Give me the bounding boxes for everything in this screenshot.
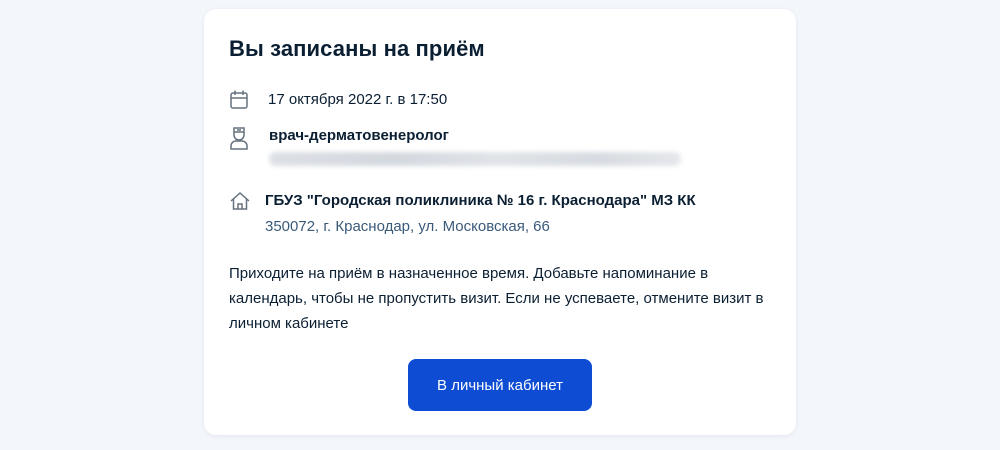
calendar-icon — [229, 89, 249, 111]
clinic-info: ГБУЗ "Городская поликлиника № 16 г. Крас… — [265, 190, 696, 238]
page-title: Вы записаны на приём — [229, 36, 485, 61]
doctor-info: врач-дерматовенеролог — [269, 125, 681, 166]
appointment-card: Вы записаны на приём 17 октября 2022 г. … — [204, 9, 796, 435]
appointment-datetime: 17 октября 2022 г. в 17:50 — [268, 91, 448, 108]
clinic-address: 350072, г. Краснодар, ул. Московская, 66 — [265, 218, 550, 235]
home-icon — [229, 190, 250, 212]
doctor-icon — [229, 125, 249, 150]
personal-account-button[interactable]: В личный кабинет — [408, 359, 592, 411]
doctor-name-blurred — [269, 152, 681, 166]
clinic-name: ГБУЗ "Городская поликлиника № 16 г. Крас… — [265, 192, 696, 209]
doctor-specialty: врач-дерматовенеролог — [269, 127, 449, 144]
appointment-note: Приходите на приём в назначенное время. … — [229, 265, 764, 332]
clinic-row: ГБУЗ "Городская поликлиника № 16 г. Крас… — [229, 190, 696, 238]
doctor-row: врач-дерматовенеролог — [229, 125, 681, 166]
appointment-date-row: 17 октября 2022 г. в 17:50 — [229, 89, 447, 111]
